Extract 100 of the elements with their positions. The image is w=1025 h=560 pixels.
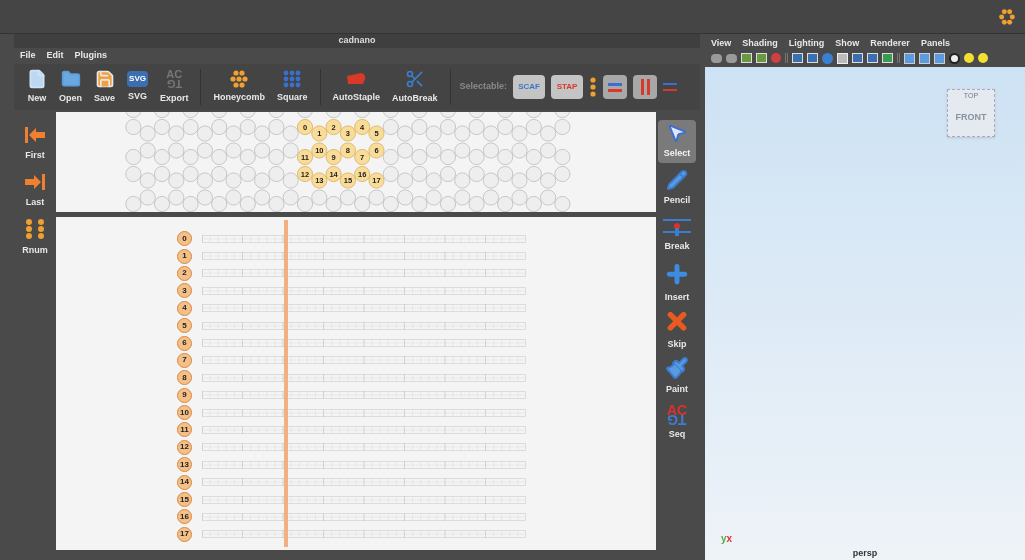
lattice-circle[interactable]: [254, 142, 271, 159]
lattice-circle[interactable]: [440, 166, 456, 182]
lattice-circle[interactable]: [225, 142, 242, 159]
lattice-circle[interactable]: [554, 166, 571, 182]
helix-label[interactable]: 17: [177, 526, 192, 542]
slider-bar[interactable]: [284, 220, 288, 547]
lattice-circle[interactable]: [125, 149, 142, 165]
tool-button[interactable]: Pencil: [658, 167, 696, 210]
lattice-circle[interactable]: [196, 142, 213, 159]
lattice-circle[interactable]: [525, 196, 542, 212]
helix-label[interactable]: 3: [177, 283, 192, 299]
toolbar-button[interactable]: Honeycomb: [210, 69, 268, 105]
lattice-circle[interactable]: [425, 189, 442, 206]
lattice-circle[interactable]: [482, 189, 499, 206]
lattice-circle[interactable]: [540, 172, 557, 189]
lattice-circle[interactable]: [196, 172, 213, 189]
lattice-circle[interactable]: [454, 142, 471, 159]
lattice-circle[interactable]: [168, 142, 185, 159]
lattice-circle[interactable]: [397, 125, 414, 142]
lattice-circle[interactable]: [411, 196, 428, 212]
lattice-circle[interactable]: [482, 172, 499, 189]
menu-item[interactable]: Panels: [920, 37, 950, 51]
menu-item[interactable]: File: [20, 49, 36, 63]
lattice-circle[interactable]: [397, 189, 414, 206]
lattice-circle[interactable]: [540, 142, 557, 159]
lattice-circle[interactable]: [397, 142, 414, 159]
lattice-circle[interactable]: [454, 172, 471, 189]
lattice-circle[interactable]: [268, 196, 285, 212]
lattice-circle[interactable]: [482, 125, 499, 142]
lattice-circle[interactable]: [139, 172, 156, 189]
lattice-circle[interactable]: [511, 189, 528, 206]
lattice-circle[interactable]: [168, 125, 185, 142]
menu-item[interactable]: Edit: [46, 49, 64, 63]
hexagon-dots-icon[interactable]: [999, 8, 1015, 25]
helix-label[interactable]: 5: [177, 318, 192, 334]
helix-label[interactable]: 11: [177, 422, 192, 438]
lattice-circle[interactable]: [497, 196, 514, 212]
lattice-circle[interactable]: [411, 149, 428, 165]
toolbar-button[interactable]: AutoStaple: [329, 69, 383, 105]
lattice-circle[interactable]: [468, 166, 485, 182]
lattice-circle[interactable]: [468, 196, 485, 212]
lattice-circle[interactable]: [254, 189, 271, 206]
helix-label[interactable]: 8: [177, 370, 192, 386]
lattice-circle[interactable]: [454, 189, 471, 206]
lattice-circle[interactable]: [382, 166, 399, 182]
lattice-circle[interactable]: [196, 189, 213, 206]
tool-button[interactable]: Paint: [658, 355, 696, 398]
lattice-circle[interactable]: [268, 149, 285, 165]
lattice-circle[interactable]: [254, 172, 271, 189]
lattice-circle[interactable]: [239, 196, 256, 212]
lattice-circle[interactable]: [225, 189, 242, 206]
lattice-circle[interactable]: [139, 189, 156, 206]
helix-label[interactable]: 7: [177, 352, 192, 368]
toolbar-button[interactable]: Square: [274, 69, 311, 105]
lattice-circle[interactable]: [411, 166, 428, 182]
menu-item[interactable]: Plugins: [74, 49, 108, 63]
toolbar-button[interactable]: New: [24, 68, 50, 106]
lattice-circle[interactable]: [540, 189, 557, 206]
lattice-circle[interactable]: [497, 166, 514, 182]
lattice-circle[interactable]: [511, 125, 528, 142]
lattice-circle[interactable]: [254, 125, 271, 142]
helix-label[interactable]: 1: [177, 248, 192, 264]
helix-label[interactable]: 6: [177, 335, 192, 351]
lattice-circle[interactable]: [468, 149, 485, 165]
lattice-circle[interactable]: [211, 166, 228, 182]
menu-item[interactable]: Show: [835, 37, 860, 51]
lattice-circle[interactable]: [311, 189, 328, 206]
lattice-circle[interactable]: [125, 166, 142, 182]
helix-label[interactable]: 12: [177, 439, 192, 455]
lattice-circle[interactable]: [525, 166, 542, 182]
lattice-circle[interactable]: [282, 172, 299, 189]
menu-item[interactable]: Renderer: [870, 37, 910, 51]
lattice-circle[interactable]: [368, 189, 385, 206]
lattice-circle[interactable]: [482, 142, 499, 159]
helix-label[interactable]: 13: [177, 457, 192, 473]
lattice-circle[interactable]: [425, 125, 442, 142]
toolbar-button[interactable]: Open: [56, 68, 85, 106]
lattice-circle[interactable]: [282, 125, 299, 142]
lattice-circle[interactable]: [425, 172, 442, 189]
lattice-circle[interactable]: [268, 166, 285, 182]
lattice-circle[interactable]: [511, 172, 528, 189]
helix-label[interactable]: 0: [177, 231, 192, 247]
lattice-circle[interactable]: [554, 149, 571, 165]
helix-label[interactable]: 2: [177, 265, 192, 281]
helix-label[interactable]: 16: [177, 509, 192, 525]
sidebar-button[interactable]: First: [24, 126, 46, 163]
strand-toggle-icon[interactable]: [633, 75, 658, 99]
lattice-circle[interactable]: [225, 172, 242, 189]
lattice-circle[interactable]: [297, 196, 313, 212]
helix-label[interactable]: 4: [177, 300, 192, 316]
helix-label[interactable]: 10: [177, 405, 192, 421]
lattice-circle[interactable]: [282, 142, 299, 159]
toolbar-button[interactable]: SVG SVG: [124, 70, 151, 104]
sidebar-button[interactable]: Last: [24, 172, 46, 209]
sidebar-button[interactable]: Rnum: [22, 219, 48, 258]
tool-button[interactable]: AC TG Seq: [658, 402, 696, 445]
lattice-circle[interactable]: [511, 142, 528, 159]
tool-button[interactable]: Select: [658, 120, 696, 163]
helix-label[interactable]: 9: [177, 387, 192, 403]
tool-button[interactable]: Insert: [658, 261, 696, 304]
